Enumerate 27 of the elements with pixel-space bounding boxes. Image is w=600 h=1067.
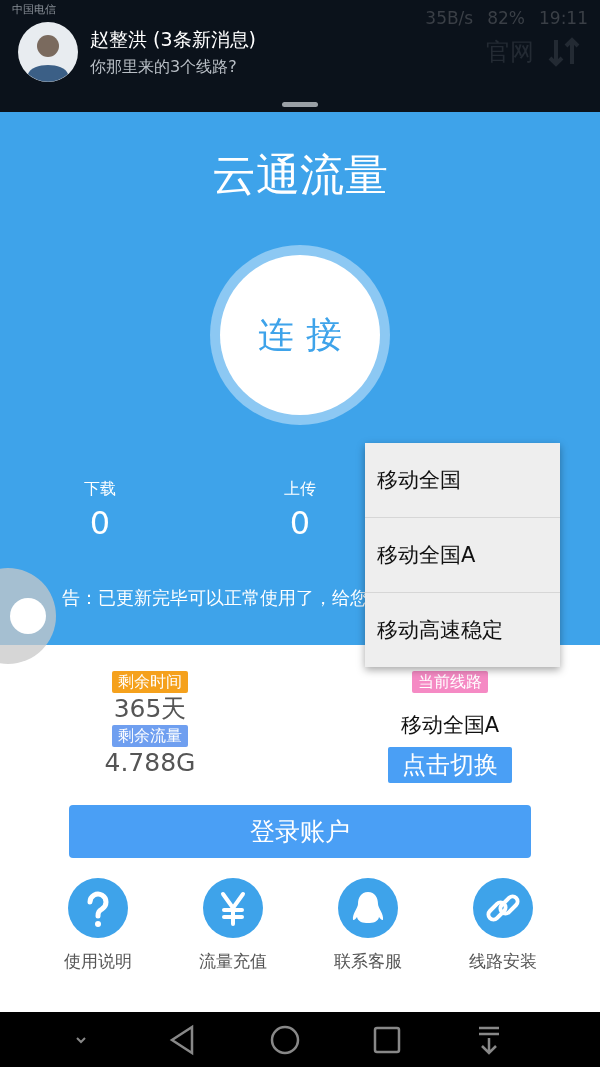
remaining-value: 4.788G — [104, 747, 196, 779]
remaining-value: 365天 — [113, 693, 187, 725]
yen-icon — [202, 878, 263, 938]
avatar — [18, 22, 78, 82]
stat-value: 0 — [89, 504, 111, 542]
remaining-tag: 剩余时间 — [112, 671, 188, 693]
current-line: 移动全国A — [400, 712, 500, 739]
app-title: 云通流量 — [212, 148, 388, 202]
shortcut-button[interactable]: 联系客服 — [333, 878, 402, 973]
shortcut-button[interactable]: 流量充值 — [198, 878, 267, 973]
menu-item[interactable]: 移动全国A — [365, 517, 560, 592]
shortcut-button[interactable]: 线路安装 — [468, 878, 537, 973]
carrier-name: 中国电信 — [12, 3, 56, 16]
notification-title: 赵整洪 (3条新消息) — [90, 26, 257, 52]
stat-label: 上传 — [284, 479, 316, 500]
menu-item[interactable]: 移动高速稳定 — [365, 592, 560, 667]
remaining-tag: 剩余流量 — [112, 725, 188, 747]
notification-message: 你那里来的3个线路? — [90, 56, 238, 78]
menu-item[interactable]: 移动全国 — [365, 443, 560, 517]
drag-handle[interactable] — [282, 102, 318, 107]
current-line-tag: 当前线路 — [412, 671, 488, 693]
stat-label: 下载 — [84, 479, 116, 500]
shortcut-button[interactable]: 使用说明 — [63, 878, 132, 973]
stat-value: 0 — [289, 504, 311, 542]
link-icon — [472, 878, 533, 938]
help-icon — [67, 878, 128, 938]
penguin-icon — [337, 878, 398, 938]
